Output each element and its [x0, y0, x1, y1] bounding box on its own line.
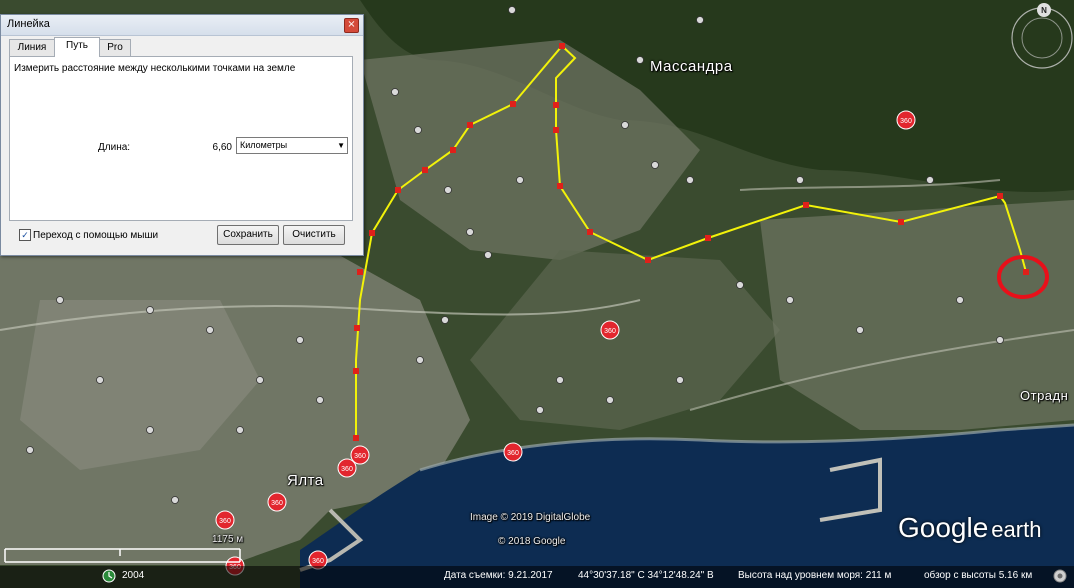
route-point: [803, 202, 809, 208]
copyright-credit: © 2018 Google: [498, 536, 566, 547]
pano-360-icon: 360: [215, 510, 235, 530]
svg-text:360: 360: [271, 500, 283, 507]
route-point: [553, 102, 559, 108]
route-point: [587, 229, 593, 235]
google-earth-logo: Google earth: [898, 512, 1042, 543]
length-label: Длина:: [98, 142, 131, 153]
route-point: [559, 43, 565, 49]
route-point: [898, 219, 904, 225]
tool-description: Измерить расстояние между несколькими то…: [14, 63, 296, 74]
close-button[interactable]: ×: [344, 18, 359, 33]
svg-text:360: 360: [900, 118, 912, 125]
eye-altitude-readout: обзор с высоты 5.16 км: [924, 570, 1033, 581]
tab-line[interactable]: Линия: [9, 39, 55, 56]
city-label-massandra: Массандра: [650, 58, 733, 75]
unit-select-value: Километры: [240, 140, 288, 150]
clear-button[interactable]: Очистить: [283, 225, 345, 245]
cursor-coordinates: 44°30'37.18" С 34°12'48.24" В: [578, 570, 714, 581]
city-label-yalta: Ялта: [287, 472, 324, 489]
mouse-nav-label: Переход с помощью мыши: [33, 230, 159, 241]
route-point: [354, 325, 360, 331]
svg-text:360: 360: [507, 450, 519, 457]
city-label-otradnoe: Отрадн: [1020, 388, 1069, 403]
unit-select[interactable]: Километры ▼: [236, 137, 348, 154]
pano-360-icon: 360: [896, 110, 916, 130]
ruler-dialog: Линейка × Линия Путь Pro Измерить рассто…: [0, 14, 364, 256]
route-point: [645, 257, 651, 263]
scale-bar-label: 1175 м: [212, 534, 244, 545]
svg-text:360: 360: [354, 453, 366, 460]
save-button[interactable]: Сохранить: [217, 225, 279, 245]
pano-360-icon: 360: [267, 492, 287, 512]
svg-text:360: 360: [604, 328, 616, 335]
route-point: [395, 187, 401, 193]
route-point: [1023, 269, 1029, 275]
svg-text:360: 360: [341, 466, 353, 473]
svg-text:360: 360: [219, 518, 231, 525]
route-point: [467, 122, 473, 128]
path-tab-panel: Измерить расстояние между несколькими то…: [9, 56, 353, 221]
dialog-title: Линейка: [7, 18, 50, 30]
svg-text:N: N: [1041, 6, 1047, 15]
length-value: 6,60: [212, 142, 232, 153]
route-point: [422, 167, 428, 173]
route-point: [705, 235, 711, 241]
pano-360-icon: 360: [600, 320, 620, 340]
route-point: [553, 127, 559, 133]
tab-pro[interactable]: Pro: [99, 39, 131, 56]
pano-360-icon: 360: [503, 442, 523, 462]
tab-path[interactable]: Путь: [54, 37, 100, 57]
route-point: [353, 435, 359, 441]
route-point: [357, 269, 363, 275]
imagery-credit: Image © 2019 DigitalGlobe: [470, 512, 591, 523]
capture-date: Дата съемки: 9.21.2017: [444, 570, 553, 581]
status-bar: 2004 Дата съемки: 9.21.2017 44°30'37.18"…: [0, 566, 1074, 588]
svg-text:360: 360: [312, 558, 324, 565]
elevation-readout: Высота над уровнем моря: 211 м: [738, 570, 892, 581]
streaming-status-icon: [1053, 569, 1067, 583]
mouse-nav-checkbox[interactable]: ✓: [19, 229, 31, 241]
route-point: [997, 193, 1003, 199]
route-point: [557, 183, 563, 189]
dialog-titlebar[interactable]: Линейка ×: [1, 15, 363, 36]
close-icon: ×: [347, 19, 356, 30]
route-point: [353, 368, 359, 374]
historical-imagery-icon[interactable]: [102, 569, 116, 583]
route-point: [450, 147, 456, 153]
route-point: [510, 101, 516, 107]
chevron-down-icon: ▼: [337, 141, 345, 150]
pano-360-icon: 360: [337, 458, 357, 478]
route-point: [369, 230, 375, 236]
imagery-year: 2004: [122, 570, 145, 581]
